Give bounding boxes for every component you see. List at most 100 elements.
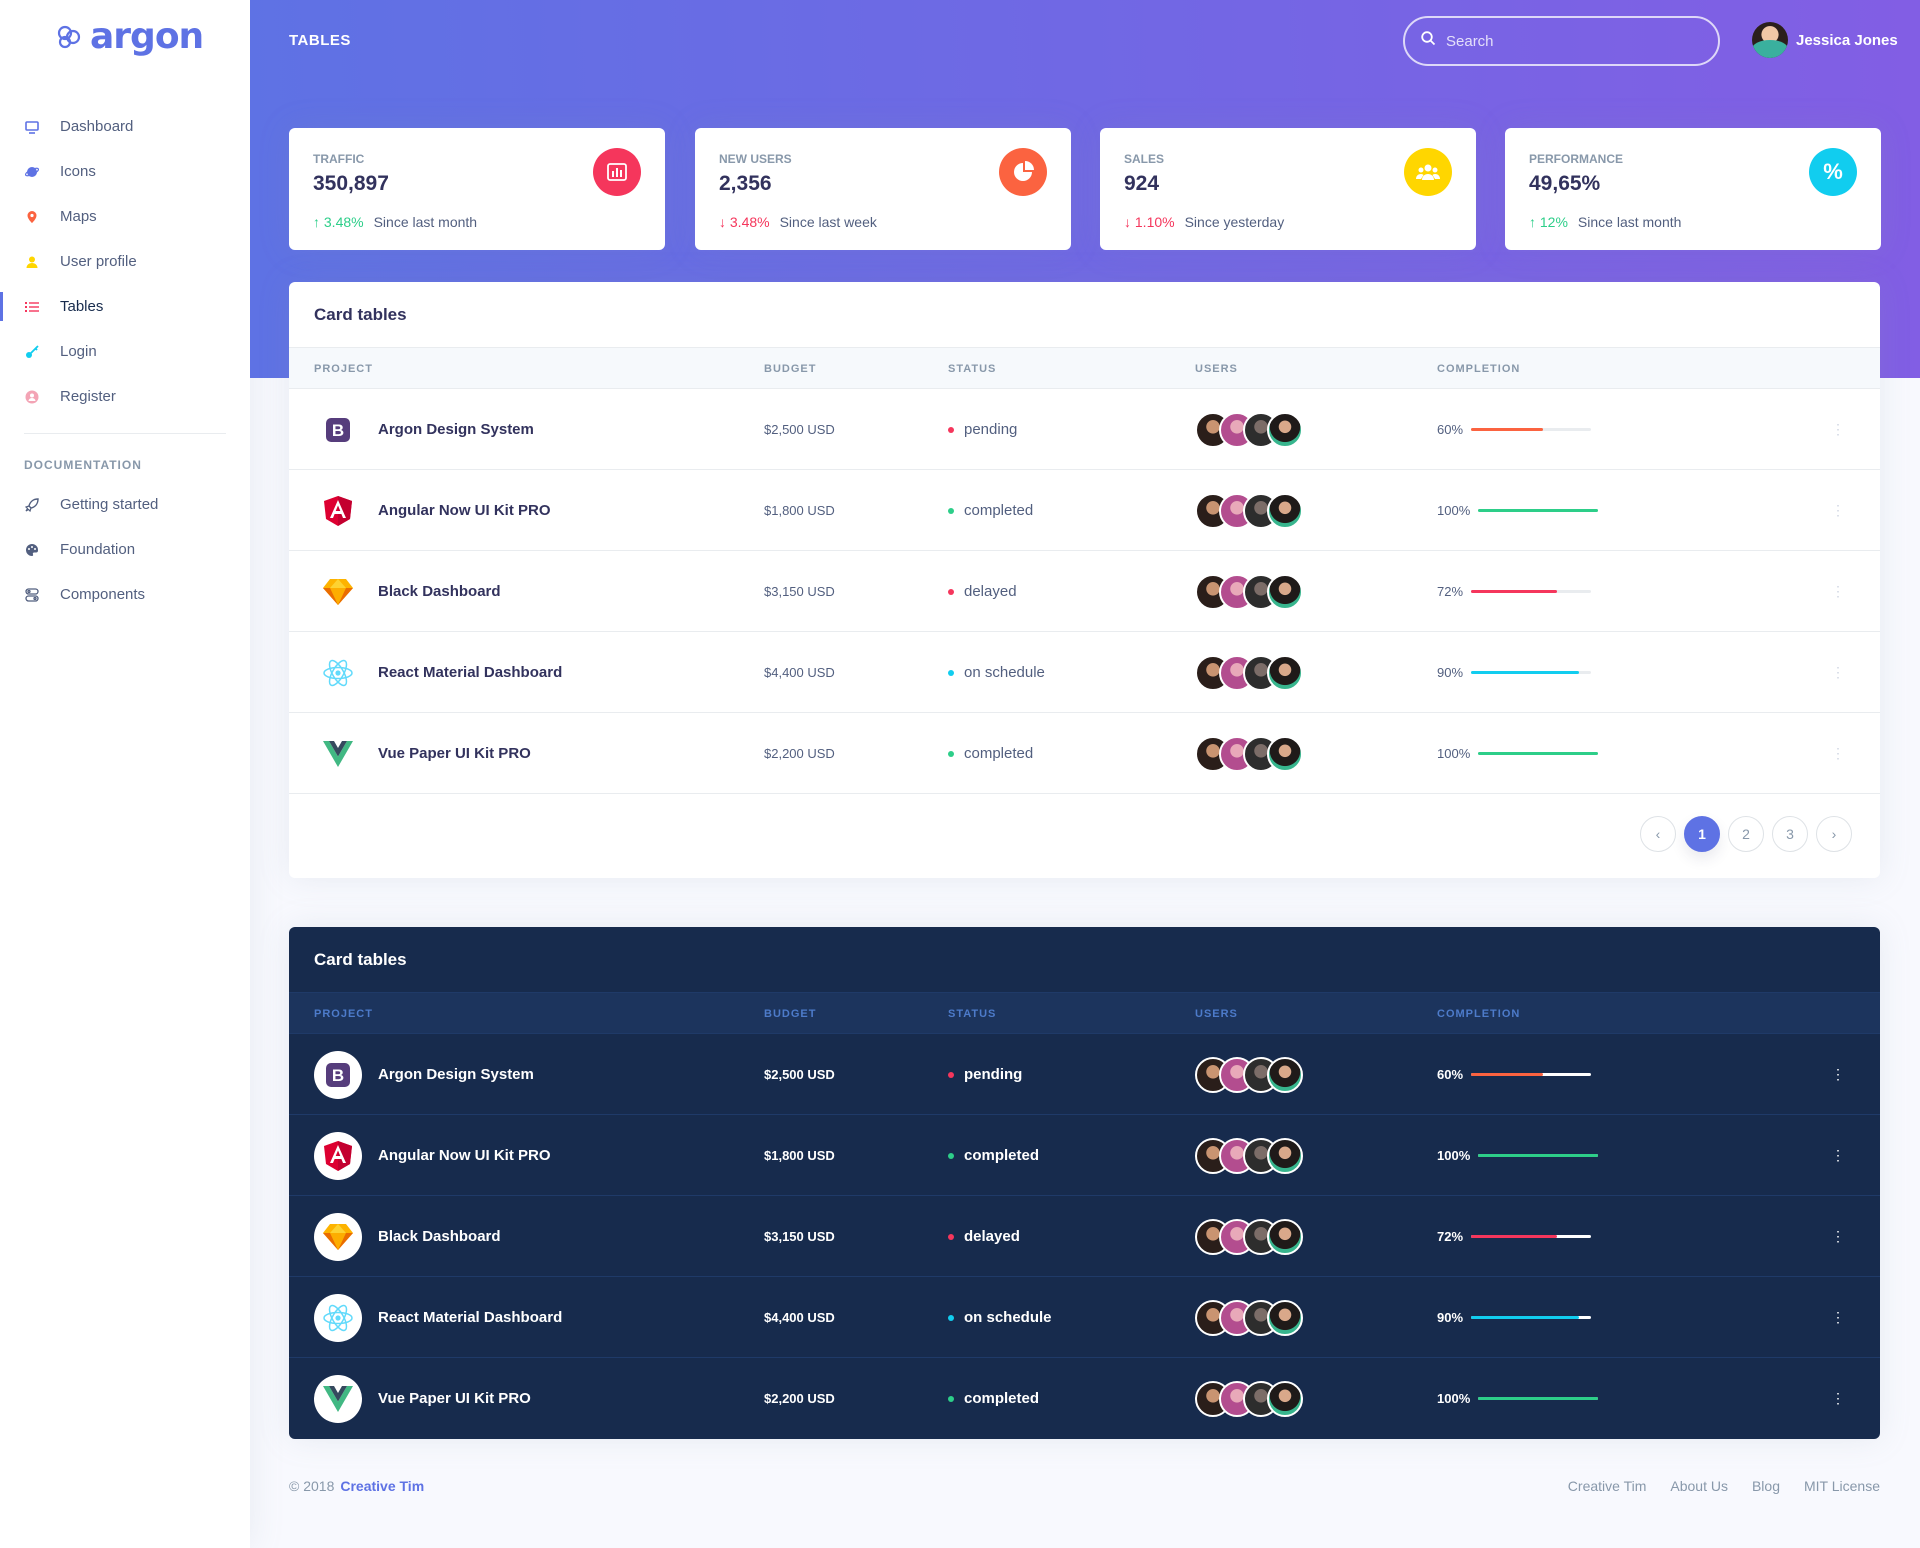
page-title[interactable]: TABLES	[289, 32, 351, 49]
row-actions-button[interactable]: ⋮	[1828, 1358, 1848, 1439]
budget-cell: $2,200 USD	[764, 713, 835, 794]
avatar[interactable]	[1267, 492, 1303, 529]
row-actions-button[interactable]: ⋮	[1828, 470, 1848, 551]
footer-link-blog[interactable]: Blog	[1752, 1478, 1780, 1494]
project-cell: Black Dashboard	[314, 1196, 501, 1277]
search-box[interactable]	[1403, 16, 1720, 66]
bootstrap-logo-icon: B	[314, 406, 362, 454]
pagination-page-1[interactable]: 1	[1684, 816, 1720, 852]
column-header-status[interactable]: STATUS	[948, 348, 996, 389]
sidebar-item-components[interactable]: Components	[0, 572, 250, 617]
avatar-group	[1195, 492, 1303, 529]
stat-footer: ↓ 1.10% Since yesterday	[1124, 214, 1284, 230]
row-actions-button[interactable]: ⋮	[1828, 1034, 1848, 1115]
copyright-text: © 2018	[289, 1478, 335, 1494]
budget-value: $4,400 USD	[764, 1310, 835, 1325]
stat-change-value: 12%	[1539, 214, 1568, 230]
avatar[interactable]	[1267, 411, 1303, 448]
progress-bar-fill	[1478, 752, 1599, 755]
user-menu[interactable]: Jessica Jones	[1752, 22, 1898, 58]
progress-bar	[1471, 428, 1592, 431]
row-actions-button[interactable]: ⋮	[1828, 551, 1848, 632]
project-cell: Vue Paper UI Kit PRO	[314, 1358, 531, 1439]
stat-label: TRAFFIC	[313, 152, 365, 166]
stat-since: Since yesterday	[1184, 214, 1285, 230]
pagination-prev[interactable]: ‹	[1640, 816, 1676, 852]
stat-change: ↓ 3.48%	[719, 214, 770, 230]
sidebar-item-user-profile[interactable]: User profile	[0, 239, 250, 284]
progress-bar	[1471, 1316, 1592, 1319]
project-name[interactable]: Argon Design System	[378, 1066, 534, 1083]
budget-cell: $1,800 USD	[764, 470, 835, 551]
sidebar-item-maps[interactable]: Maps	[0, 194, 250, 239]
ui-components-icon	[24, 587, 40, 603]
project-name[interactable]: Black Dashboard	[378, 1228, 501, 1245]
avatar[interactable]	[1267, 1137, 1303, 1174]
sidebar-item-login[interactable]: Login	[0, 329, 250, 374]
bootstrap-logo-icon: B	[314, 1050, 362, 1099]
avatar[interactable]	[1267, 735, 1303, 772]
row-actions-button[interactable]: ⋮	[1828, 1115, 1848, 1196]
column-header-users[interactable]: USERS	[1195, 348, 1238, 389]
column-header-project[interactable]: PROJECT	[314, 348, 373, 389]
more-vertical-icon: ⋮	[1831, 1147, 1845, 1163]
avatar[interactable]	[1267, 1299, 1303, 1336]
avatar[interactable]	[1267, 1218, 1303, 1255]
avatar[interactable]	[1267, 654, 1303, 691]
row-actions-button[interactable]: ⋮	[1828, 1196, 1848, 1277]
project-name[interactable]: Vue Paper UI Kit PRO	[378, 745, 531, 762]
table-body: B Argon Design System $2,500 USD pending 60%…	[289, 1034, 1880, 1439]
budget-cell: $2,200 USD	[764, 1358, 835, 1439]
stat-value: 350,897	[313, 172, 389, 195]
avatar[interactable]	[1267, 1056, 1303, 1093]
sidebar-item-label: Maps	[60, 208, 97, 225]
project-cell: React Material Dashboard	[314, 1277, 562, 1358]
table-card-dark: Card tables PROJECT BUDGET STATUS USERS …	[289, 927, 1880, 1439]
search-input[interactable]	[1446, 32, 1686, 50]
column-header-budget[interactable]: BUDGET	[764, 348, 816, 389]
column-header-budget[interactable]: BUDGET	[764, 993, 816, 1034]
pagination-next[interactable]: ›	[1816, 816, 1852, 852]
project-name[interactable]: Angular Now UI Kit PRO	[378, 502, 551, 519]
row-actions-button[interactable]: ⋮	[1828, 632, 1848, 713]
project-cell: Angular Now UI Kit PRO	[314, 470, 551, 551]
pagination-page-2[interactable]: 2	[1728, 816, 1764, 852]
sidebar-item-tables[interactable]: Tables	[0, 284, 250, 329]
project-name[interactable]: Argon Design System	[378, 421, 534, 438]
users-cell	[1195, 1277, 1303, 1358]
footer-brand-link[interactable]: Creative Tim	[340, 1478, 424, 1494]
sketch-logo-icon	[314, 1212, 362, 1261]
project-name[interactable]: React Material Dashboard	[378, 1309, 562, 1326]
row-actions-button[interactable]: ⋮	[1828, 389, 1848, 470]
project-name[interactable]: Angular Now UI Kit PRO	[378, 1147, 551, 1164]
footer-link-mit-license[interactable]: MIT License	[1804, 1478, 1880, 1494]
column-header-status[interactable]: STATUS	[948, 993, 996, 1034]
column-header-users[interactable]: USERS	[1195, 993, 1238, 1034]
column-header-completion[interactable]: COMPLETION	[1437, 348, 1520, 389]
avatar[interactable]	[1267, 573, 1303, 610]
project-name[interactable]: Vue Paper UI Kit PRO	[378, 1390, 531, 1407]
sidebar-item-register[interactable]: Register	[0, 374, 250, 419]
project-name[interactable]: Black Dashboard	[378, 583, 501, 600]
sidebar-item-getting-started[interactable]: Getting started	[0, 482, 250, 527]
status-cell: on schedule	[948, 1277, 1052, 1358]
column-header-project[interactable]: PROJECT	[314, 993, 373, 1034]
sidebar-item-dashboard[interactable]: Dashboard	[0, 104, 250, 149]
column-header-completion[interactable]: COMPLETION	[1437, 993, 1520, 1034]
row-actions-button[interactable]: ⋮	[1828, 1277, 1848, 1358]
pagination-page-3[interactable]: 3	[1772, 816, 1808, 852]
brand-logo[interactable]: argon	[56, 16, 204, 57]
footer-link-creative-tim[interactable]: Creative Tim	[1568, 1478, 1647, 1494]
more-vertical-icon: ⋮	[1831, 745, 1845, 761]
sidebar-item-foundation[interactable]: Foundation	[0, 527, 250, 572]
row-actions-button[interactable]: ⋮	[1828, 713, 1848, 794]
project-name[interactable]: React Material Dashboard	[378, 664, 562, 681]
status-text: delayed	[964, 583, 1017, 600]
sidebar-item-icons[interactable]: Icons	[0, 149, 250, 194]
completion-cell: 72%	[1437, 551, 1592, 632]
stat-card-traffic: TRAFFIC 350,897 ↑ 3.48% Since last month	[289, 128, 665, 250]
budget-cell: $3,150 USD	[764, 551, 835, 632]
footer-link-about-us[interactable]: About Us	[1670, 1478, 1728, 1494]
progress-bar-fill	[1478, 1154, 1599, 1157]
avatar[interactable]	[1267, 1380, 1303, 1417]
